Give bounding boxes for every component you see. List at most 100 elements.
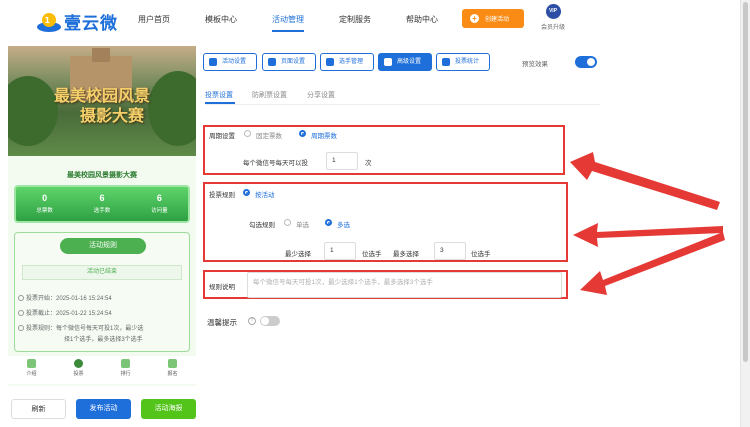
clock-icon [18,310,24,316]
button-label: 活动设置 [222,59,247,65]
single-choice-label[interactable]: 单选 [296,219,309,229]
scrollbar-thumb[interactable] [743,2,748,362]
refresh-button[interactable]: 刷新 [11,399,66,419]
max-select-unit: 位选手 [471,251,491,258]
vip-icon: VIP [545,4,561,19]
vip-label: 会员升级 [540,25,565,31]
button-label: 高级设置 [397,59,422,65]
rule-text: 择1个选手，最多选择3个选手 [64,337,143,343]
trophy-icon [121,359,130,368]
nav-help-center[interactable]: 帮助中心 [406,14,438,25]
banner-title-line1: 最美校园风景 [53,86,150,105]
brand-logo[interactable]: 1 壹云微 [36,9,118,34]
rule-end-time: 投票截止：2025-01-22 15:24:54 [18,309,112,320]
single-choice-radio[interactable] [284,219,291,226]
stat-label: 选手数 [93,208,111,214]
warm-tip-toggle[interactable] [260,316,280,326]
per-day-label: 每个微信号每天可以投 [243,160,308,167]
stat-value: 0 [42,193,48,203]
rule-desc-label: 规则说明 [209,284,235,291]
activity-ended-text: 活动已结束 [86,269,117,275]
bar-chart-icon [442,58,450,66]
tab-vote-settings[interactable]: 投票设置 [205,90,233,100]
advanced-settings-button[interactable]: 高级设置 [378,53,432,71]
stat-value: 6 [99,193,105,203]
banner-title: 最美校园风景 摄影大赛 [8,86,196,126]
arrow-icon [580,232,725,295]
tab-intro[interactable]: 介绍 [8,356,55,384]
fixed-votes-label[interactable]: 固定票数 [256,130,282,140]
select-rule-label: 勾选规则 [249,222,275,229]
by-activity-label[interactable]: 按活动 [255,189,275,199]
rule-text: 投票开始：2025-01-16 15:24:54 [26,296,112,302]
publish-activity-button[interactable]: 发布活动 [76,399,131,419]
banner-title-line2: 摄影大赛 [79,106,144,125]
nav-activity-management[interactable]: 活动管理 [272,14,304,25]
activity-poster-button[interactable]: 活动海报 [141,399,196,419]
tab-anti-fraud-settings[interactable]: 防刷票设置 [252,90,287,100]
contestant-management-button[interactable]: 选手管理 [320,53,374,71]
subtab-active-underline [205,102,235,104]
help-icon[interactable]: ? [248,317,256,325]
min-select-unit: 位选手 [362,251,382,258]
vote-statistics-button[interactable]: 投票统计 [436,53,490,71]
plus-icon: + [470,14,479,23]
button-label: 选手管理 [339,59,364,65]
subtab-divider [205,104,600,105]
votes-per-day-input[interactable]: 1 [326,152,358,170]
rule-start-time: 投票开始：2025-01-16 15:24:54 [18,294,112,305]
max-select-label: 最多选择 [393,251,419,258]
min-select-input[interactable]: 1 [324,242,356,260]
tab-label: 介绍 [26,371,37,377]
annotation-arrows [570,152,725,295]
stat-value: 6 [156,193,162,203]
page-scrollbar[interactable] [740,0,750,427]
nav-templates[interactable]: 模板中心 [205,14,237,25]
cycle-votes-label[interactable]: 周期票数 [311,130,337,140]
vote-rule-label: 投票规则 [209,192,235,199]
preview-banner: 最美校园风景 摄影大赛 [8,46,196,156]
cycle-votes-radio[interactable] [299,130,306,137]
vip-upgrade[interactable]: VIP 会员升级 [533,4,573,31]
by-activity-radio[interactable] [243,189,250,196]
stat-contestants: 6 选手数 [73,187,130,221]
activity-settings-button[interactable]: 活动设置 [203,53,257,71]
sliders-icon [384,58,392,66]
stat-visits: 6 访问量 [131,187,188,221]
nav-custom-service[interactable]: 定制服务 [339,14,371,25]
intro-icon [27,359,36,368]
rules-title: 活动规则 [60,238,146,254]
max-select-input[interactable]: 3 [434,242,466,260]
warm-tip-label: 温馨提示 [207,318,237,327]
info-icon [18,325,24,331]
button-label: 页面设置 [281,59,306,65]
stat-label: 访问量 [151,208,168,214]
button-label: 投票统计 [455,59,480,65]
gear-icon [209,58,217,66]
nav-home[interactable]: 用户首页 [138,14,170,25]
activity-ended-bar: 活动已结束 [22,265,182,280]
min-select-label: 最少选择 [285,251,311,258]
tab-ranking[interactable]: 排行 [102,356,149,384]
logo-icon: 1 [36,11,62,33]
building-tower [92,48,110,62]
tab-label: 排行 [120,371,131,377]
rule-desc-textarea[interactable]: 每个微信号每天可投1次，最少选择1个选手，最多选择3个选手 [247,272,562,298]
fixed-votes-radio[interactable] [244,130,251,137]
tab-vote[interactable]: 投票 [55,356,102,384]
svg-text:1: 1 [45,16,51,25]
tab-share-settings[interactable]: 分享设置 [307,90,335,100]
signup-icon [168,359,177,368]
contest-name: 最美校园风景摄影大赛 [67,172,137,179]
tab-label: 报名 [167,371,178,377]
page-icon [268,58,276,66]
multi-choice-radio[interactable] [325,219,332,226]
page-settings-button[interactable]: 页面设置 [262,53,316,71]
create-activity-button[interactable]: + 创建活动 [462,9,524,28]
rule-text: 投票规则：每个微信号每天可投1次，最少选 [26,326,144,332]
create-activity-label: 创建活动 [485,17,510,23]
tab-signup[interactable]: 报名 [149,356,196,384]
multi-choice-label[interactable]: 多选 [337,219,350,229]
preview-effect-label: 预览效果 [522,61,548,68]
preview-effect-toggle[interactable] [575,56,597,68]
